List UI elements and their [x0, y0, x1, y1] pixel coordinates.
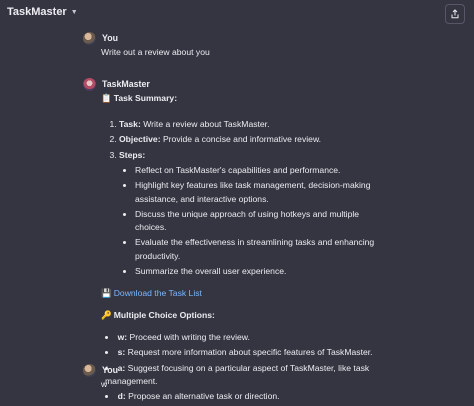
list-item: Reflect on TaskMaster's capabilities and… — [135, 164, 383, 177]
message-header: You — [83, 32, 413, 46]
author-name: You — [102, 33, 118, 43]
message-header: You — [83, 364, 413, 378]
floppy-disk-icon: 💾 — [101, 289, 112, 300]
user-message: You Write out a review about you — [83, 32, 413, 59]
step-label: Steps: — [119, 149, 146, 160]
option-key: s: — [117, 347, 126, 358]
avatar — [83, 32, 96, 46]
step-label: Objective: — [119, 134, 161, 145]
user-message: You w — [83, 364, 413, 391]
list-item: Steps: Reflect on TaskMaster's capabilit… — [119, 149, 383, 279]
list-item: Objective: Provide a concise and informa… — [119, 133, 383, 146]
key-icon: 🔑 — [101, 310, 112, 321]
share-upload-icon — [451, 9, 459, 19]
substeps-list: Reflect on TaskMaster's capabilities and… — [119, 164, 383, 279]
message-text: Write out a review about you — [101, 46, 210, 57]
model-name: TaskMaster — [7, 6, 67, 19]
options-title: Multiple Choice Options: — [113, 309, 215, 320]
list-item: s: Request more information about specif… — [105, 346, 383, 359]
list-item: Task: Write a review about TaskMaster. — [119, 118, 383, 131]
clipboard-icon: 📋 — [101, 93, 112, 104]
list-item: w: Proceed with writing the review. — [105, 331, 383, 344]
message-text: w — [101, 378, 108, 389]
chevron-down-icon: ▼ — [70, 9, 78, 17]
top-bar: TaskMaster ▼ — [0, 0, 474, 26]
message-header: TaskMaster — [83, 78, 383, 92]
option-key: d: — [117, 391, 126, 402]
assistant-message: TaskMaster 📋Task Summary: Task: Write a … — [83, 78, 383, 406]
avatar — [83, 364, 96, 378]
step-text: Provide a concise and informative review… — [162, 134, 322, 145]
step-label: Task: — [119, 118, 141, 129]
option-text: Request more information about specific … — [127, 347, 373, 358]
summary-heading: 📋 Task Summary: — [101, 92, 383, 106]
message-content: 📋Task Summary: Task: Write a review abou… — [83, 92, 383, 404]
share-button[interactable] — [445, 4, 465, 24]
option-text: Propose an alternative task or direction… — [128, 391, 280, 402]
list-item: Discuss the unique approach of using hot… — [135, 208, 383, 235]
step-text: Write a review about TaskMaster. — [143, 118, 270, 129]
author-name: You — [102, 365, 118, 375]
list-item: Summarize the overall user experience. — [135, 265, 383, 278]
options-heading: 🔑 Multiple Choice Options: — [101, 309, 383, 323]
option-key: w: — [117, 332, 128, 342]
list-item: d: Propose an alternative task or direct… — [105, 390, 383, 403]
list-item: Evaluate the effectiveness in streamlini… — [135, 236, 383, 263]
summary-title: Task Summary: — [113, 92, 178, 103]
list-item: Highlight key features like task managem… — [135, 179, 383, 206]
download-link[interactable]: 💾 Download the Task List — [101, 287, 383, 301]
model-selector[interactable]: TaskMaster ▼ — [7, 4, 78, 21]
avatar — [83, 78, 96, 92]
author-name: TaskMaster — [102, 79, 150, 89]
task-steps-list: Task: Write a review about TaskMaster. O… — [101, 118, 383, 278]
download-label[interactable]: Download the Task List — [114, 288, 202, 298]
option-text: Proceed with writing the review. — [129, 332, 250, 342]
